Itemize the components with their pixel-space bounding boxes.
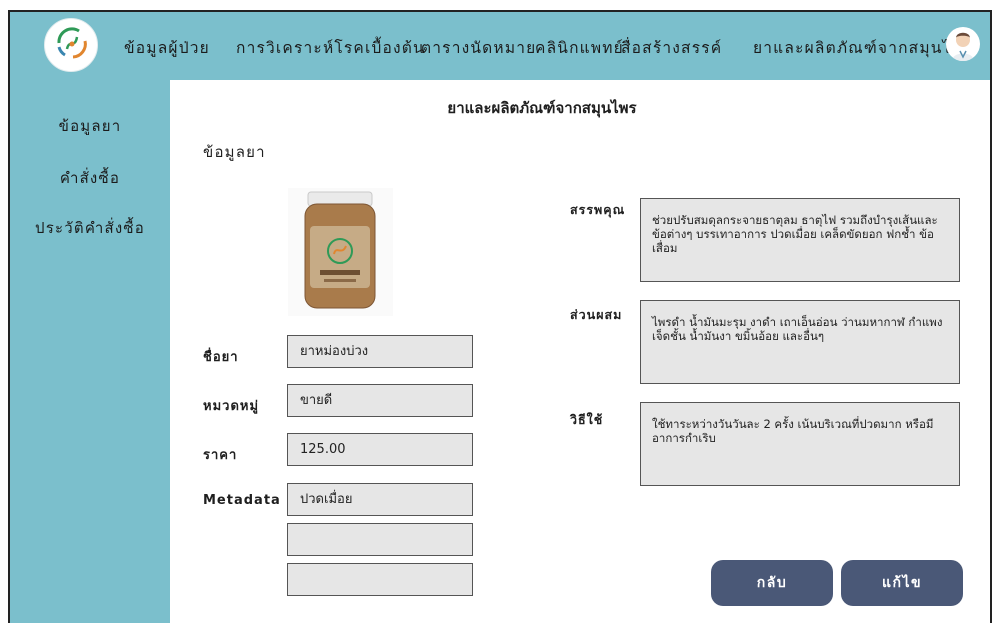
logo-icon xyxy=(57,27,87,59)
nav-preliminary-diagnosis[interactable]: การวิเคราะห์โรคเบื้องต้น xyxy=(236,35,425,60)
sidebar: ข้อมูลยา คำสั่งซื้อ ประวัติคำสั่งซื้อ xyxy=(10,80,170,623)
metadata-field-3[interactable] xyxy=(287,563,473,596)
sidebar-item-order-history[interactable]: ประวัติคำสั่งซื้อ xyxy=(10,216,170,240)
metadata-field-1[interactable]: ปวดเมื่อย xyxy=(287,483,473,516)
category-label: หมวดหมู่ xyxy=(203,399,260,414)
usage-field[interactable]: ใช้ทาระหว่างวันวันละ 2 ครั้ง เน้นบริเวณท… xyxy=(640,402,960,486)
page-title: ยาและผลิตภัณฑ์จากสมุนไพร xyxy=(447,99,637,117)
nav-patient-info[interactable]: ข้อมูลผู้ป่วย xyxy=(124,35,210,60)
top-navbar: ข้อมูลผู้ป่วย การวิเคราะห์โรคเบื้องต้น ต… xyxy=(10,12,990,80)
category-field[interactable]: ขายดี xyxy=(287,384,473,417)
ingredients-field[interactable]: ไพรดำ น้ำมันมะรุม งาดำ เถาเอ็นอ่อน ว่านม… xyxy=(640,300,960,384)
doctor-figure-icon xyxy=(952,32,974,61)
nav-clinic[interactable]: คลินิกแพทย์ xyxy=(535,35,624,60)
product-image xyxy=(288,188,393,316)
nav-creative-media[interactable]: สื่อสร้างสรรค์ xyxy=(621,35,722,60)
nav-appointments[interactable]: ตารางนัดหมาย xyxy=(421,35,536,60)
doctor-avatar-icon[interactable] xyxy=(946,27,980,61)
edit-button[interactable]: แก้ไข xyxy=(841,560,963,606)
back-button[interactable]: กลับ xyxy=(711,560,833,606)
benefits-label: สรรพคุณ xyxy=(570,202,626,217)
nav-herbal-products[interactable]: ยาและผลิตภัณฑ์จากสมุนไพร xyxy=(753,35,973,60)
ingredients-label: ส่วนผสม xyxy=(570,307,623,322)
name-label: ชื่อยา xyxy=(203,350,239,365)
name-field[interactable]: ยาหม่องบ่วง xyxy=(287,335,473,368)
app-frame: ข้อมูลผู้ป่วย การวิเคราะห์โรคเบื้องต้น ต… xyxy=(8,10,992,623)
sidebar-item-medicine-info[interactable]: ข้อมูลยา xyxy=(10,114,170,138)
sidebar-item-orders[interactable]: คำสั่งซื้อ xyxy=(10,166,170,190)
benefits-field[interactable]: ช่วยปรับสมดุลกระจายธาตุลม ธาตุไฟ รวมถึงบ… xyxy=(640,198,960,282)
balm-jar-icon xyxy=(304,191,376,309)
metadata-field-2[interactable] xyxy=(287,523,473,556)
metadata-label: Metadata xyxy=(203,493,281,508)
herbal-clinic-logo[interactable] xyxy=(44,18,98,72)
usage-label: วิธีใช้ xyxy=(570,412,604,427)
price-field[interactable]: 125.00 xyxy=(287,433,473,466)
price-label: ราคา xyxy=(203,448,238,463)
section-title: ข้อมูลยา xyxy=(203,143,266,161)
